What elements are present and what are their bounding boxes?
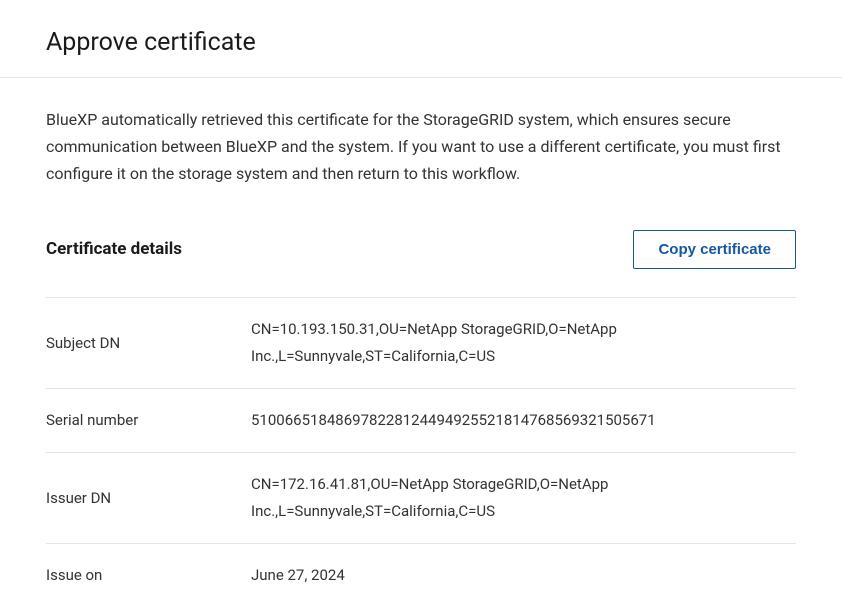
table-row: Subject DN CN=10.193.150.31,OU=NetApp St…: [46, 297, 796, 388]
row-value-issuer-dn: CN=172.16.41.81,OU=NetApp StorageGRID,O=…: [251, 471, 796, 525]
row-value-serial-number: 5100665184869782281244949255218147685693…: [251, 407, 796, 434]
certificate-details-table: Subject DN CN=10.193.150.31,OU=NetApp St…: [46, 297, 796, 607]
page-header: Approve certificate: [0, 0, 842, 78]
certificate-description: BlueXP automatically retrieved this cert…: [46, 106, 796, 188]
row-value-subject-dn: CN=10.193.150.31,OU=NetApp StorageGRID,O…: [251, 316, 796, 370]
row-label-issue-on: Issue on: [46, 566, 251, 584]
table-row: Serial number 51006651848697822812449492…: [46, 388, 796, 452]
page-title: Approve certificate: [46, 28, 796, 57]
table-row: Issuer DN CN=172.16.41.81,OU=NetApp Stor…: [46, 452, 796, 543]
row-label-issuer-dn: Issuer DN: [46, 489, 251, 507]
row-label-subject-dn: Subject DN: [46, 334, 251, 352]
row-value-issue-on: June 27, 2024: [251, 562, 796, 589]
details-header: Certificate details Copy certificate: [46, 230, 796, 269]
content-area: BlueXP automatically retrieved this cert…: [0, 78, 842, 607]
details-title: Certificate details: [46, 239, 182, 259]
row-label-serial-number: Serial number: [46, 411, 251, 429]
copy-certificate-button[interactable]: Copy certificate: [633, 230, 796, 269]
table-row: Issue on June 27, 2024: [46, 543, 796, 607]
